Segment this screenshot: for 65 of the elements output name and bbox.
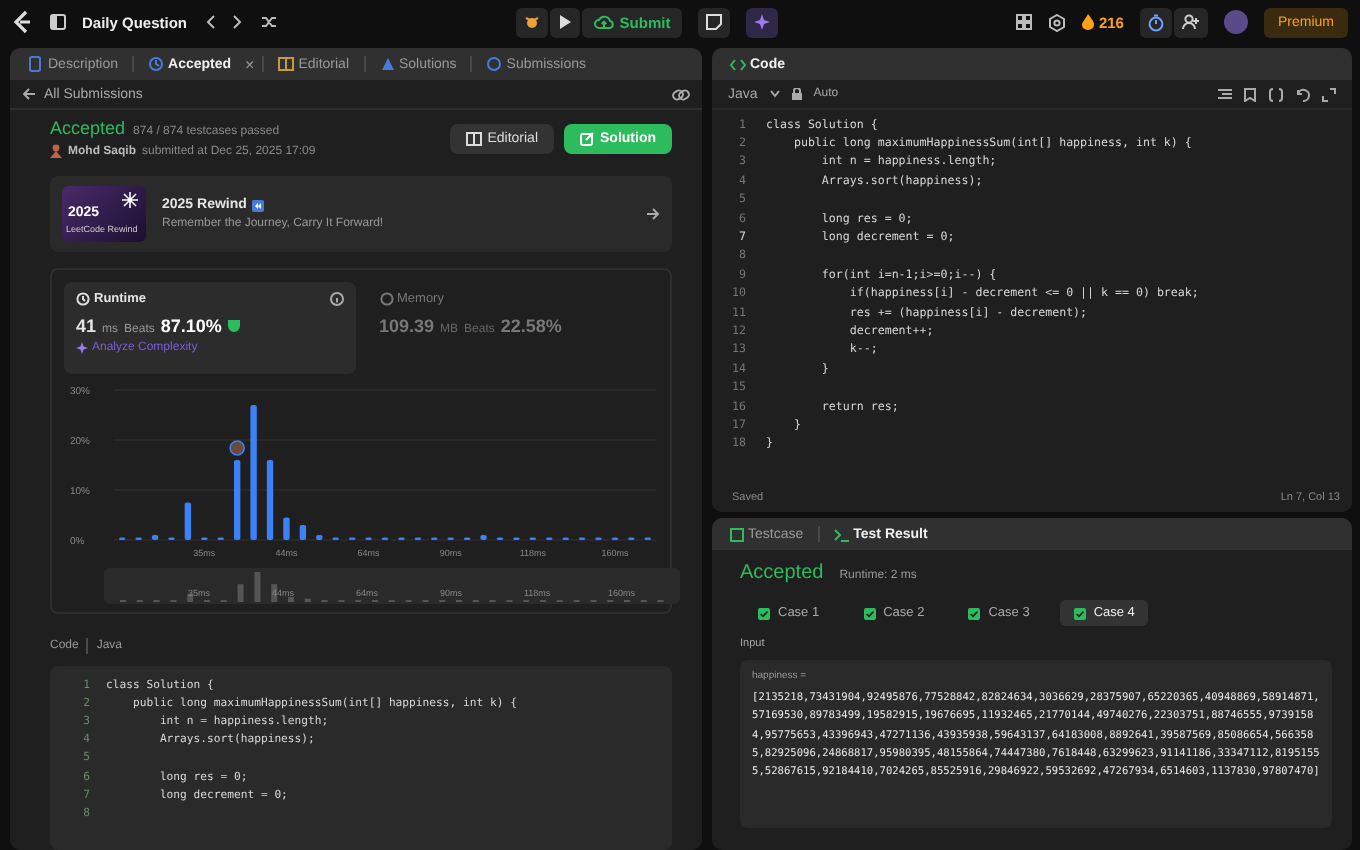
expand-icon[interactable] bbox=[1322, 87, 1336, 101]
chevron-right-icon[interactable] bbox=[231, 14, 244, 30]
settings-icon[interactable] bbox=[1048, 13, 1067, 31]
result-status: Accepted bbox=[740, 562, 824, 584]
book-icon bbox=[465, 131, 482, 145]
bookmark-icon[interactable] bbox=[1244, 87, 1256, 101]
logo-icon[interactable] bbox=[12, 10, 34, 34]
undo-icon[interactable] bbox=[1296, 87, 1310, 101]
layout-icon[interactable] bbox=[1016, 14, 1033, 30]
bar[interactable] bbox=[283, 517, 290, 540]
terminal-icon bbox=[833, 527, 850, 541]
avatar-marker-icon bbox=[229, 440, 245, 456]
back-arrow-icon[interactable] bbox=[22, 88, 36, 100]
play-icon bbox=[557, 14, 572, 30]
snowflake-icon bbox=[122, 192, 138, 208]
code-icon bbox=[730, 57, 746, 71]
bar[interactable] bbox=[266, 460, 274, 540]
run-button[interactable] bbox=[549, 7, 580, 37]
stat-value: 41 bbox=[76, 316, 97, 336]
check-icon bbox=[863, 607, 876, 619]
memory-icon bbox=[379, 292, 393, 306]
bug-icon bbox=[523, 14, 540, 30]
arrow-right-icon bbox=[646, 208, 660, 220]
cloud-upload-icon bbox=[593, 14, 614, 30]
status-text: Accepted bbox=[50, 118, 126, 138]
bar[interactable] bbox=[151, 535, 159, 540]
sparkle-icon bbox=[754, 14, 771, 30]
check-icon bbox=[758, 607, 770, 619]
chevron-down-icon[interactable] bbox=[769, 90, 780, 98]
bar[interactable] bbox=[480, 535, 487, 540]
user-avatar-icon bbox=[50, 144, 62, 158]
bar[interactable] bbox=[234, 460, 241, 540]
panel-icon[interactable] bbox=[50, 14, 66, 30]
book-icon bbox=[278, 56, 295, 72]
ai-button[interactable] bbox=[746, 7, 779, 37]
braces-icon[interactable] bbox=[1268, 87, 1284, 101]
bar[interactable] bbox=[184, 502, 192, 540]
bar[interactable] bbox=[316, 535, 323, 540]
lock-icon bbox=[791, 88, 802, 100]
notes-button[interactable] bbox=[698, 7, 731, 37]
add-user-button[interactable] bbox=[1173, 7, 1208, 37]
stopwatch-icon bbox=[1147, 13, 1164, 31]
close-tab-button[interactable]: × bbox=[245, 55, 255, 73]
debug-button[interactable] bbox=[515, 7, 548, 37]
note-icon bbox=[706, 14, 723, 30]
checkbox-icon bbox=[730, 527, 744, 541]
link-icon[interactable] bbox=[672, 87, 690, 101]
shuffle-icon[interactable] bbox=[259, 14, 278, 30]
beats-value: 87.10% bbox=[160, 316, 222, 336]
stat-value: 109.39 bbox=[379, 316, 435, 336]
sparkle-icon bbox=[76, 342, 88, 354]
beats-value: 22.58% bbox=[500, 316, 562, 336]
edit-icon bbox=[580, 131, 594, 145]
avatar[interactable] bbox=[1223, 10, 1248, 34]
flame-icon bbox=[1082, 14, 1095, 30]
chevron-left-icon[interactable] bbox=[203, 14, 216, 30]
check-icon bbox=[968, 607, 981, 619]
add-user-icon bbox=[1181, 14, 1200, 30]
timer-button[interactable] bbox=[1139, 7, 1172, 37]
info-icon bbox=[329, 292, 343, 306]
check-icon bbox=[1073, 607, 1086, 619]
rewind-badge-icon bbox=[252, 199, 265, 211]
format-icon[interactable] bbox=[1218, 87, 1232, 101]
bar[interactable] bbox=[299, 525, 307, 540]
document-icon bbox=[28, 56, 44, 72]
